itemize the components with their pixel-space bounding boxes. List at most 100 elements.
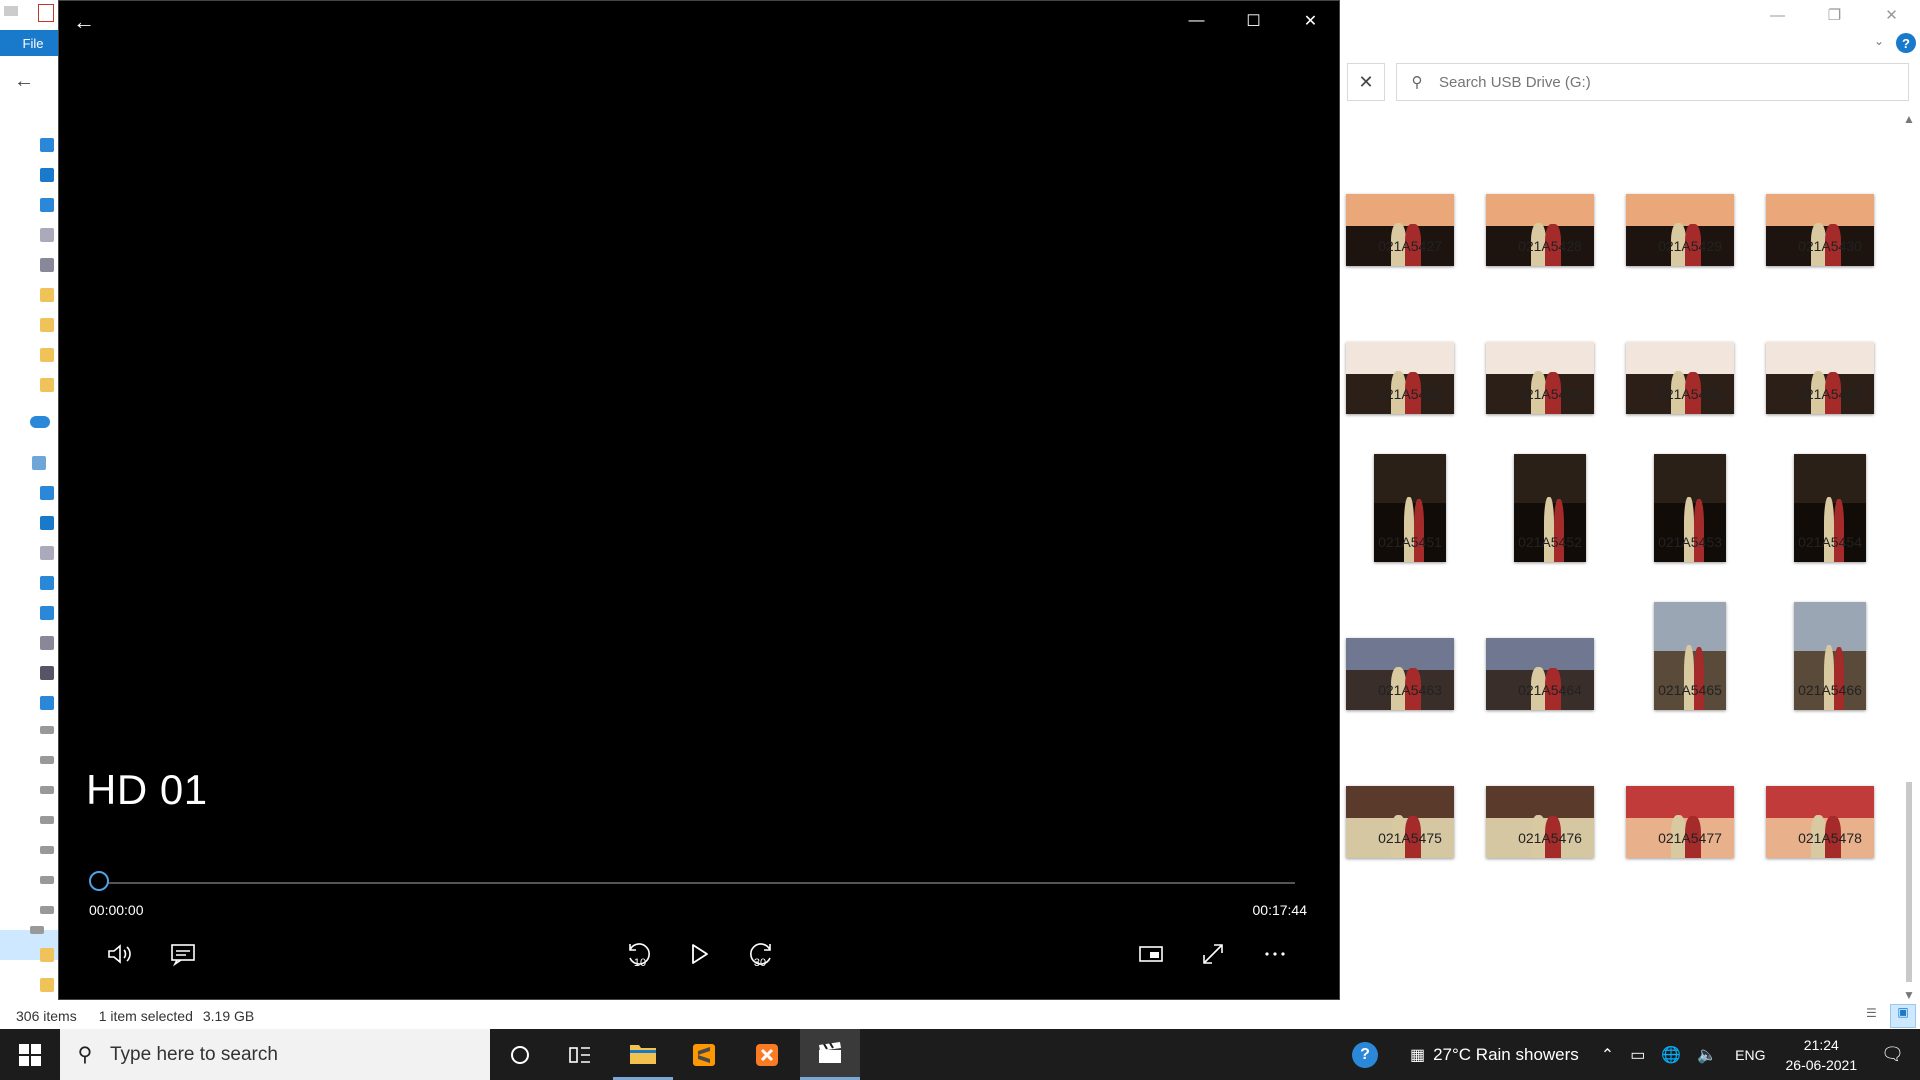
- folder-icon[interactable]: [40, 348, 54, 362]
- maximize-button[interactable]: ☐: [1225, 1, 1282, 41]
- scroll-up-icon[interactable]: ▲: [1900, 112, 1918, 126]
- scrollbar-thumb[interactable]: [1906, 782, 1912, 982]
- folder-icon[interactable]: [40, 288, 54, 302]
- folder-icon[interactable]: [40, 948, 54, 962]
- minimize-button[interactable]: —: [1749, 0, 1806, 30]
- image-thumbnail: [1766, 194, 1874, 266]
- file-tile[interactable]: 021A5440: [1480, 298, 1620, 438]
- help-icon[interactable]: ?: [1896, 33, 1916, 53]
- 3d-objects-icon[interactable]: [40, 486, 54, 500]
- play-button[interactable]: [679, 938, 719, 970]
- seek-bar[interactable]: [102, 882, 1295, 884]
- file-tile[interactable]: 021A5466: [1760, 594, 1900, 734]
- language-indicator[interactable]: ENG: [1735, 1047, 1765, 1063]
- details-view-icon[interactable]: ☰: [1866, 1006, 1886, 1024]
- cortana-button[interactable]: [490, 1029, 550, 1080]
- file-tile[interactable]: 021A5427: [1340, 150, 1480, 290]
- close-button[interactable]: ✕: [1863, 0, 1920, 30]
- folder-icon[interactable]: [40, 318, 54, 332]
- drive-icon[interactable]: [40, 876, 54, 884]
- clock[interactable]: 21:24 26-06-2021: [1786, 1035, 1858, 1075]
- file-tile[interactable]: 021A5477: [1620, 742, 1760, 882]
- onedrive-icon[interactable]: [30, 416, 50, 428]
- file-name: 021A5475: [1378, 830, 1442, 846]
- notifications-icon[interactable]: 🗨: [1881, 1044, 1904, 1065]
- back-arrow-icon[interactable]: ←: [73, 9, 95, 35]
- drive-icon[interactable]: [40, 756, 54, 764]
- sublime-text-taskbar-button[interactable]: [674, 1029, 734, 1080]
- this-pc-icon[interactable]: [32, 456, 46, 470]
- subtitles-button[interactable]: [163, 938, 203, 970]
- file-tile[interactable]: 021A5476: [1480, 742, 1620, 882]
- windows-drive-icon[interactable]: [40, 696, 54, 710]
- help-tips-icon[interactable]: ?: [1351, 1041, 1378, 1068]
- weather-text[interactable]: 27°C Rain showers: [1433, 1045, 1579, 1065]
- volume-button[interactable]: [99, 938, 139, 970]
- vertical-scrollbar[interactable]: ▲ ▼: [1900, 112, 1918, 1002]
- file-tab[interactable]: File: [0, 30, 66, 56]
- minimize-button[interactable]: —: [1168, 1, 1225, 41]
- file-tile[interactable]: 021A5428: [1480, 150, 1620, 290]
- file-tile[interactable]: 021A5463: [1340, 594, 1480, 734]
- desktop-icon[interactable]: [40, 168, 54, 182]
- folder-icon[interactable]: [40, 378, 54, 392]
- pictures-icon[interactable]: [40, 636, 54, 650]
- file-tile[interactable]: 021A5464: [1480, 594, 1620, 734]
- file-tile[interactable]: 021A5452: [1480, 446, 1620, 586]
- file-tile[interactable]: 021A5441: [1620, 298, 1760, 438]
- properties-icon[interactable]: [38, 4, 54, 22]
- speaker-icon[interactable]: 🔈: [1697, 1045, 1717, 1065]
- taskbar-search-box[interactable]: ⚲ Type here to search: [60, 1029, 490, 1080]
- file-tile[interactable]: 021A5478: [1760, 742, 1900, 882]
- file-tile[interactable]: 021A5453: [1620, 446, 1760, 586]
- scroll-down-icon[interactable]: ▼: [1900, 988, 1918, 1002]
- fullscreen-button[interactable]: [1193, 938, 1233, 970]
- chevron-down-icon[interactable]: ⌄: [1874, 34, 1884, 48]
- drive-icon[interactable]: [40, 816, 54, 824]
- file-tile[interactable]: 021A5429: [1620, 150, 1760, 290]
- file-tile[interactable]: 021A5430: [1760, 150, 1900, 290]
- skip-back-button[interactable]: 10: [619, 938, 659, 970]
- drive-icon[interactable]: [40, 906, 54, 914]
- large-icons-view-icon[interactable]: ▣: [1890, 1004, 1916, 1028]
- pictures-icon[interactable]: [40, 258, 54, 272]
- folder-icon[interactable]: [40, 978, 54, 992]
- drive-icon[interactable]: [40, 786, 54, 794]
- search-input[interactable]: [1437, 72, 1881, 92]
- downloads-icon[interactable]: [40, 576, 54, 590]
- file-tile[interactable]: 021A5475: [1340, 742, 1480, 882]
- battery-icon[interactable]: ▭: [1630, 1045, 1645, 1065]
- quick-access-icon[interactable]: [40, 138, 54, 152]
- clear-search-button[interactable]: ✕: [1347, 63, 1385, 101]
- documents-icon[interactable]: [40, 546, 54, 560]
- file-explorer-taskbar-button[interactable]: [613, 1029, 673, 1080]
- search-box[interactable]: ⚲: [1396, 63, 1909, 101]
- drive-icon[interactable]: [40, 726, 54, 734]
- start-button[interactable]: [0, 1029, 60, 1080]
- file-tile[interactable]: 021A5454: [1760, 446, 1900, 586]
- xampp-taskbar-button[interactable]: [737, 1029, 797, 1080]
- weather-icon[interactable]: ▦: [1410, 1045, 1425, 1065]
- movies-tv-taskbar-button[interactable]: [800, 1029, 860, 1080]
- restore-button[interactable]: ❐: [1806, 0, 1863, 30]
- file-tile[interactable]: 021A5451: [1340, 446, 1480, 586]
- file-tile[interactable]: 021A5439: [1340, 298, 1480, 438]
- drive-icon[interactable]: [40, 846, 54, 854]
- close-button[interactable]: ✕: [1282, 1, 1339, 41]
- mini-view-button[interactable]: [1131, 938, 1171, 970]
- more-options-button[interactable]: [1255, 938, 1295, 970]
- videos-icon[interactable]: [40, 666, 54, 680]
- usb-drive-icon[interactable]: [30, 926, 44, 934]
- desktop-icon[interactable]: [40, 516, 54, 530]
- file-tile[interactable]: 021A5465: [1620, 594, 1760, 734]
- back-arrow-icon[interactable]: ←: [14, 70, 34, 93]
- chevron-up-icon[interactable]: ⌃: [1601, 1045, 1614, 1065]
- task-view-button[interactable]: [550, 1029, 610, 1080]
- file-tile[interactable]: 021A5442: [1760, 298, 1900, 438]
- music-icon[interactable]: [40, 606, 54, 620]
- downloads-icon[interactable]: [40, 198, 54, 212]
- seek-knob[interactable]: [89, 871, 109, 891]
- documents-icon[interactable]: [40, 228, 54, 242]
- skip-forward-button[interactable]: 30: [741, 938, 781, 970]
- network-icon[interactable]: 🌐: [1661, 1045, 1681, 1065]
